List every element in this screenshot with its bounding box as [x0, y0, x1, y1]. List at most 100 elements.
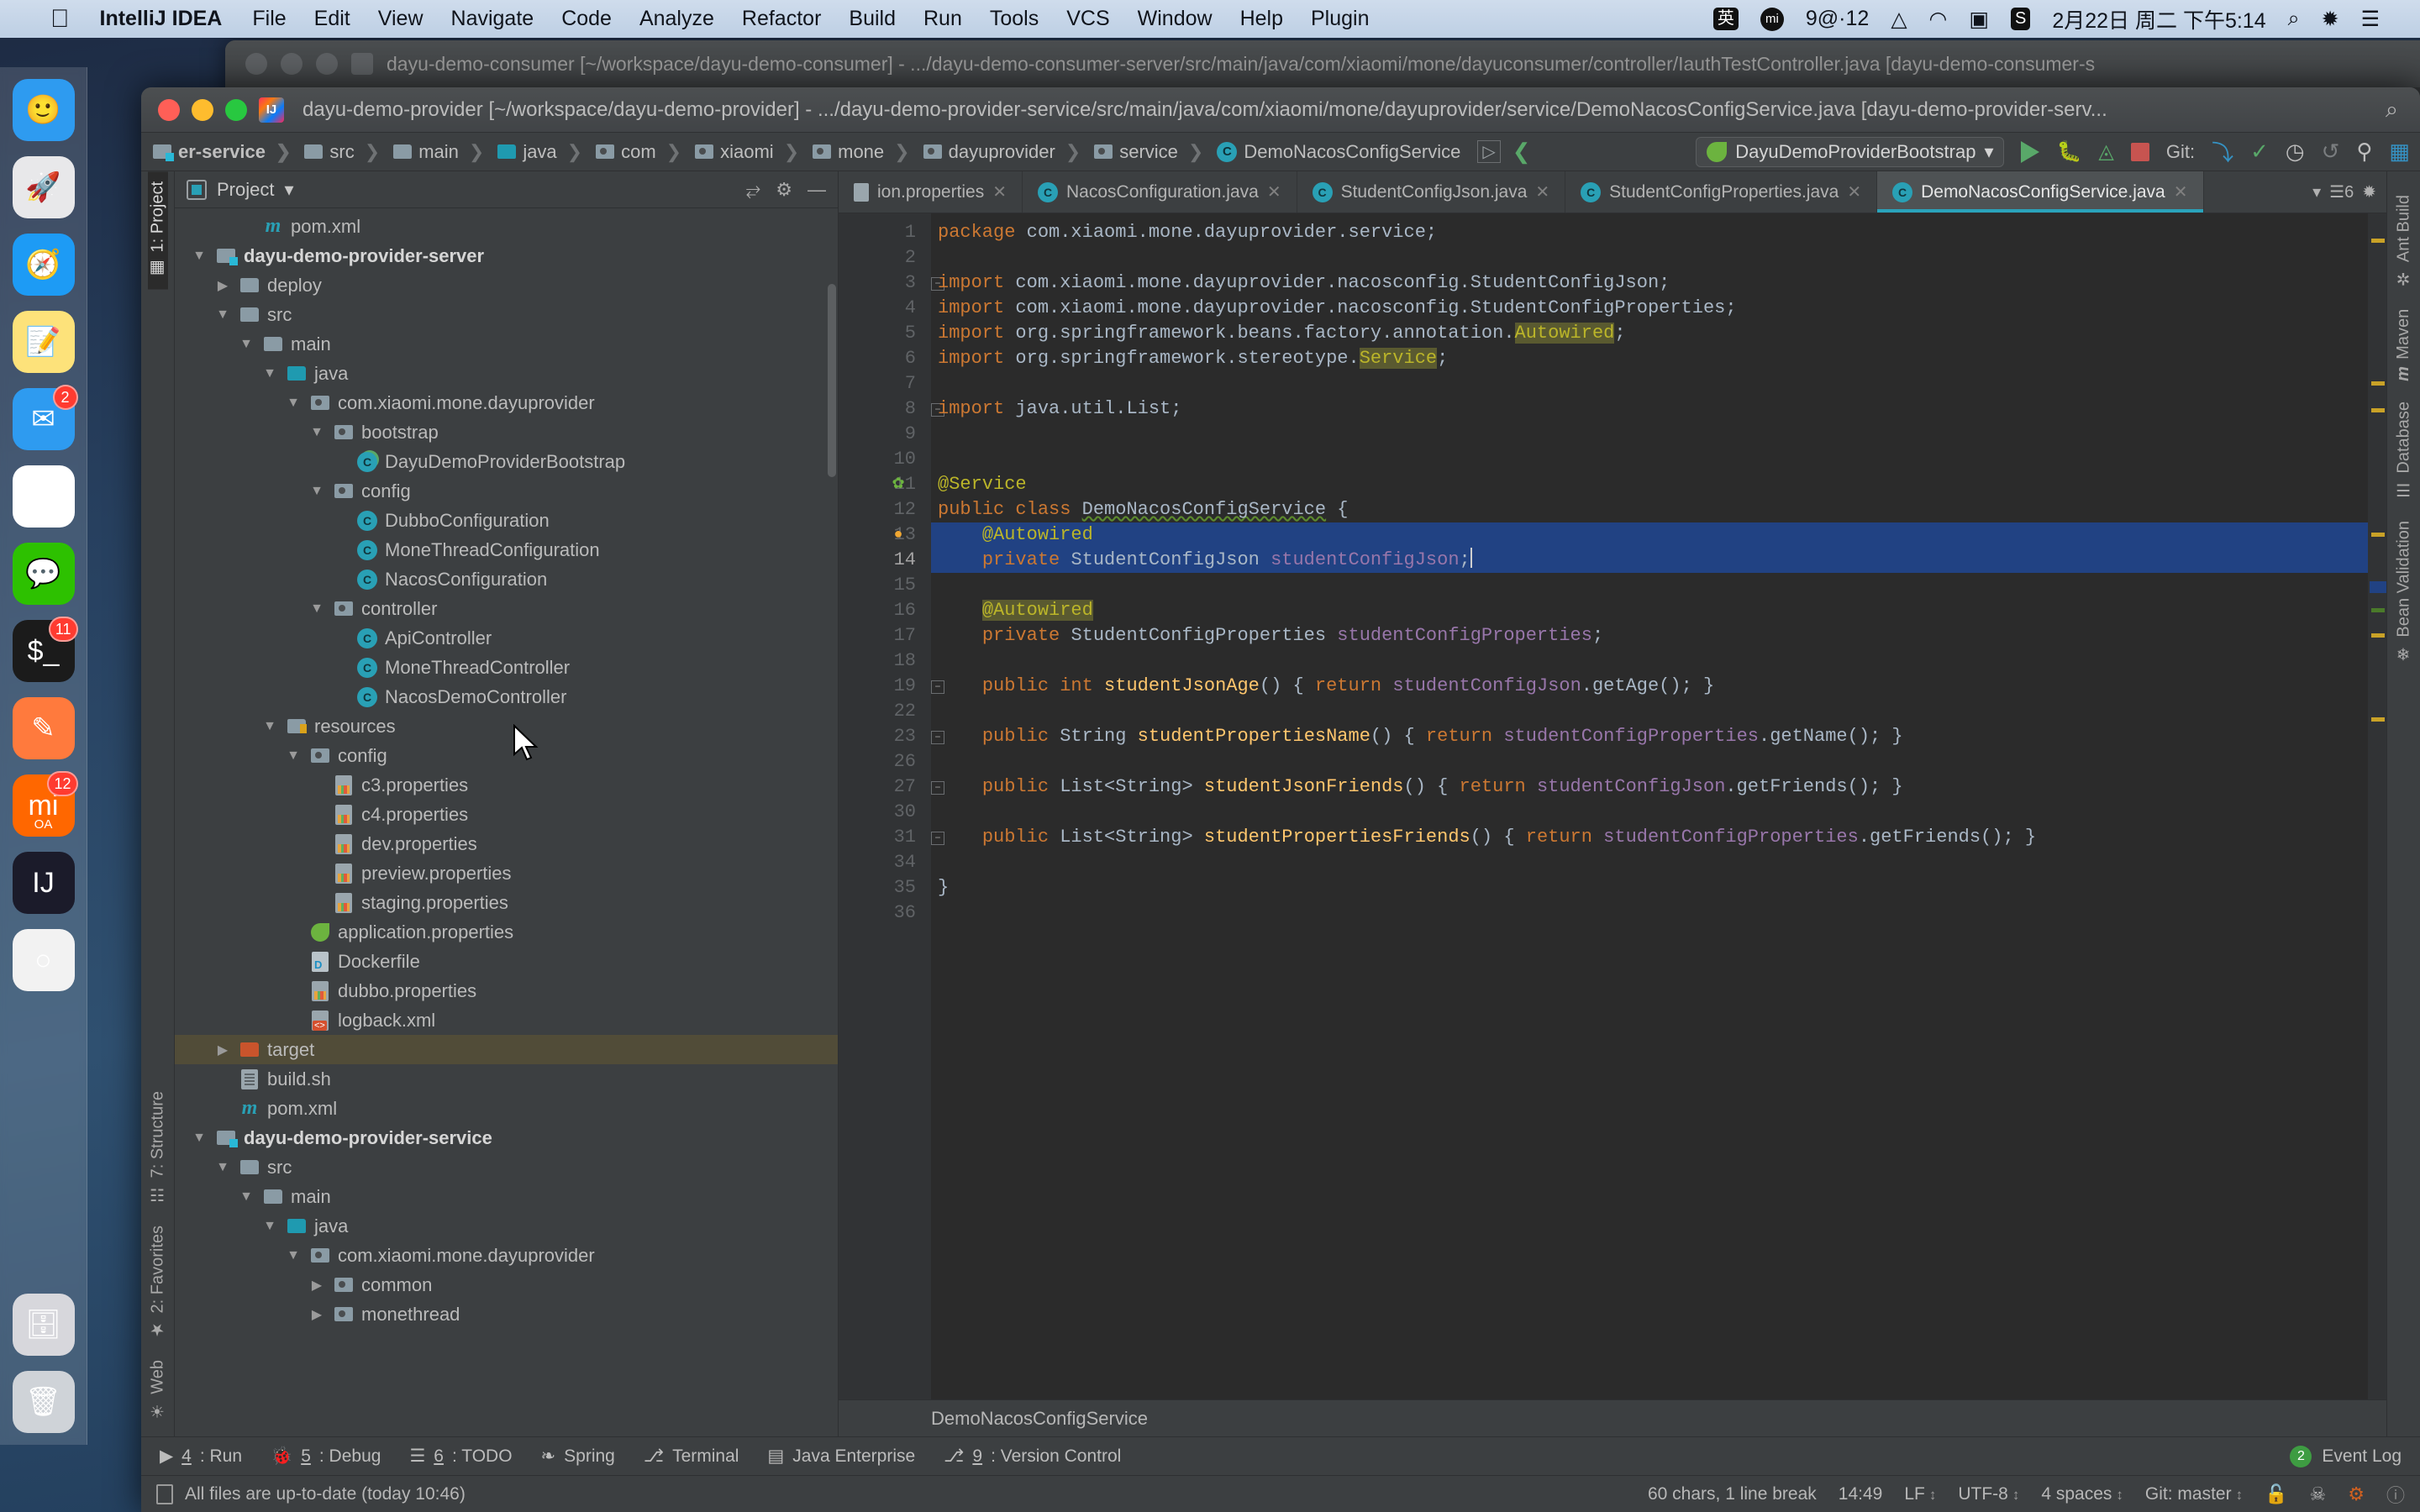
gutter-line-number[interactable]: 5: [839, 321, 931, 346]
tree-expand-arrow-icon[interactable]: ▼: [308, 484, 326, 499]
tree-node[interactable]: ▶ monethread: [175, 1299, 838, 1329]
gear-icon[interactable]: ⚙: [776, 179, 792, 201]
menubar-datetime[interactable]: 2月22日 周二 下午5:14: [2052, 4, 2265, 34]
close-icon[interactable]: ✕: [992, 181, 1007, 202]
tree-node[interactable]: ▼ dayu-demo-provider-server: [175, 241, 838, 270]
status-encoding[interactable]: UTF-8: [1958, 1484, 2019, 1504]
breadcrumb-dayuprovider[interactable]: dayuprovider ❯: [918, 141, 1090, 163]
gutter-line-number[interactable]: 9: [839, 422, 931, 447]
bottom-tool-debug[interactable]: 🐞 5: Debug: [271, 1446, 381, 1467]
code-line[interactable]: private StudentConfigProperties studentC…: [931, 623, 2368, 648]
dock-wechat-icon[interactable]: 💬: [12, 543, 75, 605]
gutter-line-number[interactable]: −27: [839, 774, 944, 800]
gutter-line-number[interactable]: −3: [839, 270, 944, 296]
run-button[interactable]: [2021, 140, 2040, 163]
hide-panel-icon[interactable]: —: [808, 179, 826, 201]
gutter-line-number[interactable]: 17: [839, 623, 931, 648]
wifi-icon[interactable]: ◠: [1929, 7, 1948, 32]
dock-notes-icon[interactable]: 📝: [12, 311, 75, 373]
gutter-line-number[interactable]: 1: [839, 220, 931, 245]
tree-expand-arrow-icon[interactable]: ▶: [308, 1277, 326, 1294]
chevron-down-icon[interactable]: ▾: [2312, 181, 2321, 202]
tree-expand-arrow-icon[interactable]: ▼: [284, 1248, 302, 1263]
code-line[interactable]: import java.util.List;: [931, 396, 2368, 422]
code-line[interactable]: [931, 573, 2368, 598]
bg-close-icon[interactable]: [245, 53, 267, 75]
code-line[interactable]: }: [931, 875, 2368, 900]
tree-node[interactable]: ▼ src: [175, 300, 838, 329]
menu-item-refactor[interactable]: Refactor: [742, 7, 821, 31]
code-line[interactable]: [931, 749, 2368, 774]
menu-item-vcs[interactable]: VCS: [1066, 7, 1109, 31]
code-line[interactable]: import com.xiaomi.mone.dayuprovider.naco…: [931, 270, 2368, 296]
tree-node[interactable]: ▼ resources: [175, 711, 838, 741]
menu-item-navigate[interactable]: Navigate: [451, 7, 534, 31]
sidebar-item-database[interactable]: ☰ Database: [2394, 391, 2414, 511]
dock-finder-icon[interactable]: 🙂: [12, 79, 75, 141]
tree-node[interactable]: logback.xml: [175, 1005, 838, 1035]
error-marker-bar[interactable]: [2368, 213, 2386, 1399]
gutter-line-number[interactable]: 30: [839, 800, 931, 825]
gutter-line-number[interactable]: 16: [839, 598, 931, 623]
tree-node[interactable]: c4.properties: [175, 800, 838, 829]
code-line[interactable]: public int studentJsonAge() { return stu…: [931, 674, 2368, 699]
editor-tab[interactable]: C NacosConfiguration.java ✕: [1023, 171, 1297, 213]
tree-expand-arrow-icon[interactable]: ▼: [284, 396, 302, 411]
navbar-toggle-icon[interactable]: ▷: [1477, 140, 1501, 163]
bg-maximize-icon[interactable]: [316, 53, 338, 75]
sogou-icon[interactable]: S: [2011, 8, 2031, 30]
tree-expand-arrow-icon[interactable]: ▶: [308, 1306, 326, 1323]
breadcrumb-com[interactable]: com ❯: [591, 141, 690, 163]
tree-node[interactable]: C NacosConfiguration: [175, 564, 838, 594]
tree-expand-arrow-icon[interactable]: ▼: [308, 425, 326, 440]
dock-trash-icon[interactable]: 🗑: [12, 1371, 75, 1433]
status-line-separator[interactable]: LF: [1904, 1484, 1936, 1504]
gutter-line-number[interactable]: 35: [839, 875, 931, 900]
bottom-tool-run[interactable]: ▶ 4: Run: [160, 1446, 242, 1467]
bottom-tool-spring[interactable]: ❧ Spring: [541, 1446, 615, 1467]
marker-stripe[interactable]: [2371, 408, 2385, 412]
run-with-coverage-button[interactable]: ◬: [2098, 139, 2113, 164]
bg-minimize-icon[interactable]: [281, 53, 302, 75]
intention-bulb-icon[interactable]: ●: [889, 526, 908, 544]
menu-item-file[interactable]: File: [252, 7, 286, 31]
close-icon[interactable]: ✕: [2174, 181, 2188, 202]
spotlight-search-icon[interactable]: ⌕: [2288, 7, 2300, 31]
gutter-line-number[interactable]: 14: [839, 548, 931, 573]
dock-intellij-icon[interactable]: IJ: [12, 852, 75, 914]
close-icon[interactable]: ✕: [1535, 181, 1549, 202]
breadcrumb-class[interactable]: C DemoNacosConfigService: [1212, 141, 1465, 163]
code-line[interactable]: [931, 245, 2368, 270]
back-arrow-icon[interactable]: ❮: [1512, 139, 1531, 165]
sidebar-item-structure[interactable]: ☷ 7: Structure: [148, 1081, 168, 1215]
marker-stripe[interactable]: [2371, 633, 2385, 638]
tree-node[interactable]: ▶ common: [175, 1270, 838, 1299]
history-icon[interactable]: ◷: [2286, 139, 2305, 165]
tree-expand-arrow-icon[interactable]: ▼: [260, 719, 279, 734]
power-save-icon[interactable]: ⚙: [2348, 1483, 2365, 1505]
notifications-icon[interactable]: ⓘ: [2386, 1481, 2405, 1508]
sidebar-item-ant-build[interactable]: ✲ Ant Build: [2394, 185, 2414, 299]
breadcrumb-mone[interactable]: mone ❯: [808, 141, 918, 163]
code-line[interactable]: [931, 800, 2368, 825]
commit-icon[interactable]: ✓: [2250, 139, 2269, 165]
close-icon[interactable]: [158, 98, 180, 121]
debug-button[interactable]: 🐛: [2056, 139, 2081, 164]
editor-tab[interactable]: C DemoNacosConfigService.java ✕: [1877, 171, 2204, 213]
tree-node[interactable]: ▼ config: [175, 476, 838, 506]
breadcrumb-service[interactable]: service ❯: [1089, 141, 1212, 163]
tree-node[interactable]: dubbo.properties: [175, 976, 838, 1005]
tree-node[interactable]: m pom.xml: [175, 212, 838, 241]
code-line[interactable]: [931, 648, 2368, 674]
status-indent[interactable]: 4 spaces: [2041, 1484, 2123, 1504]
tree-expand-arrow-icon[interactable]: ▼: [190, 1131, 208, 1146]
breadcrumb-src[interactable]: src ❯: [299, 141, 388, 163]
code-line[interactable]: [931, 900, 2368, 926]
editor-tab[interactable]: C StudentConfigProperties.java ✕: [1565, 171, 1878, 213]
gutter-line-number[interactable]: −8: [839, 396, 944, 422]
collapse-all-icon[interactable]: ⥂: [746, 179, 761, 201]
breadcrumb-java[interactable]: java ❯: [492, 141, 591, 163]
tree-node[interactable]: application.properties: [175, 917, 838, 947]
project-tree-scrollbar[interactable]: [828, 284, 836, 477]
code-line[interactable]: package com.xiaomi.mone.dayuprovider.ser…: [931, 220, 2368, 245]
